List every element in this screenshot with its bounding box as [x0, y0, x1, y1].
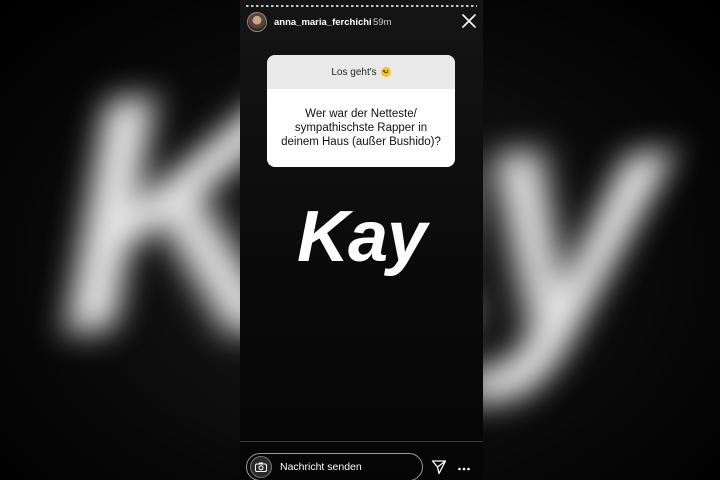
question-header-label: Los geht's [331, 66, 377, 78]
username[interactable]: anna_maria_ferchichi [274, 17, 372, 28]
camera-icon[interactable] [250, 456, 272, 478]
post-time: 59m [373, 17, 392, 28]
story-footer: Nachricht senden [240, 453, 483, 480]
footer-divider [240, 441, 483, 442]
send-icon[interactable] [431, 459, 447, 475]
story-progress-bar [246, 5, 477, 7]
story-header: anna_maria_ferchichi 59m [240, 10, 483, 36]
answer-text: Kay [296, 197, 427, 277]
slightly-frowning-face-emoji [380, 67, 391, 77]
story-panel[interactable]: anna_maria_ferchichi 59m Los geht's Wer … [240, 0, 483, 480]
message-placeholder: Nachricht senden [280, 461, 362, 473]
question-text: Wer war der Netteste/ sympathischste Rap… [281, 108, 441, 148]
message-input[interactable]: Nachricht senden [246, 453, 423, 480]
question-header: Los geht's [267, 55, 455, 89]
close-icon[interactable] [461, 13, 477, 29]
more-icon[interactable] [457, 461, 471, 471]
avatar[interactable] [247, 12, 267, 32]
question-sticker: Los geht's Wer war der Netteste/ sympath… [267, 55, 455, 167]
